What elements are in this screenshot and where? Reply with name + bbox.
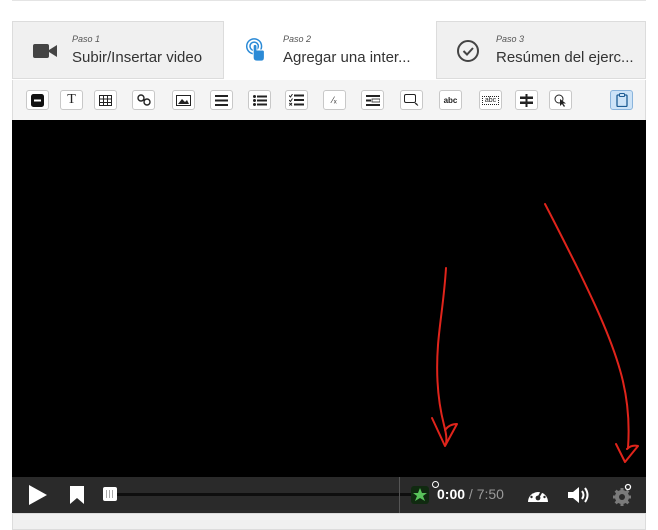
link-icon [136, 94, 151, 106]
clipboard-icon [615, 93, 628, 107]
editor-footer [12, 513, 646, 530]
multiple-choice-button[interactable] [285, 90, 308, 110]
navigation-hotspot-button[interactable] [549, 90, 572, 110]
step-kicker: Paso 3 [496, 34, 525, 44]
text-icon: T [67, 92, 76, 107]
true-false-button[interactable]: ⁄ₓ [323, 90, 346, 110]
fill-blanks-icon: abc [443, 95, 458, 105]
checklist-icon [289, 94, 304, 106]
statements-button[interactable] [210, 90, 233, 110]
progress-bar[interactable] [105, 493, 411, 496]
step-title: Agregar una inter... [283, 49, 411, 66]
step-title: Resúmen del ejerc... [496, 49, 634, 66]
minus-square-icon [31, 93, 44, 107]
step-title: Subir/Insertar video [72, 49, 203, 66]
drag-text-icon [365, 94, 380, 106]
volume-icon[interactable] [568, 485, 592, 505]
time-separator: / [465, 486, 477, 502]
speed-gauge-icon[interactable] [527, 485, 549, 505]
handle-grip [106, 490, 107, 498]
list-icon [215, 94, 228, 106]
handle-grip [112, 490, 113, 498]
duration: 7:50 [476, 486, 504, 502]
step-add-interaction[interactable]: Paso 2 Agregar una inter... [223, 21, 437, 79]
summary-button[interactable] [400, 90, 423, 110]
step-summary[interactable]: Paso 3 Resúmen del ejerc... [437, 22, 647, 78]
drag-words-icon: abc [481, 95, 500, 105]
check-circle-icon [457, 40, 479, 62]
step-kicker: Paso 1 [72, 34, 101, 44]
video-camera-icon [33, 44, 57, 58]
timeline-divider [399, 477, 400, 513]
drag-text-button[interactable] [361, 90, 384, 110]
single-choice-button[interactable] [248, 90, 271, 110]
label-button[interactable] [26, 90, 49, 110]
interaction-marker-icon[interactable] [410, 485, 430, 505]
video-canvas[interactable] [12, 120, 646, 477]
player-controls: 0:00 / 7:50 [12, 477, 646, 513]
top-divider [12, 0, 646, 1]
link-button[interactable] [132, 90, 155, 110]
image-button[interactable] [172, 90, 195, 110]
drag-words-button[interactable]: abc [479, 90, 502, 110]
fraction-icon: ⁄ₓ [332, 95, 337, 105]
image-icon [176, 94, 191, 106]
crossroads-button[interactable] [515, 90, 538, 110]
time-display: 0:00 / 7:50 [437, 486, 504, 502]
pointer-icon [554, 94, 566, 107]
fill-blanks-button[interactable]: abc [439, 90, 462, 110]
step-upload-video[interactable]: Paso 1 Subir/Insertar video [13, 22, 223, 78]
bookmark-icon[interactable] [70, 486, 84, 504]
bulleted-list-icon [252, 94, 267, 106]
settings-gear-icon[interactable] [612, 483, 634, 507]
signpost-icon [520, 93, 533, 107]
step-kicker: Paso 2 [283, 34, 312, 44]
touch-hand-icon [245, 38, 265, 62]
current-time: 0:00 [437, 486, 466, 502]
speech-box-icon [404, 94, 419, 106]
text-button[interactable]: T [60, 90, 83, 110]
handle-grip [109, 490, 110, 498]
table-icon [99, 94, 112, 106]
paste-button[interactable] [610, 90, 633, 110]
table-button[interactable] [94, 90, 117, 110]
wizard-steps: Paso 1 Subir/Insertar video Paso 2 Agreg… [12, 21, 646, 79]
interaction-toolbar: T ⁄ₓ abc abc [12, 80, 646, 120]
play-icon[interactable] [29, 485, 47, 505]
